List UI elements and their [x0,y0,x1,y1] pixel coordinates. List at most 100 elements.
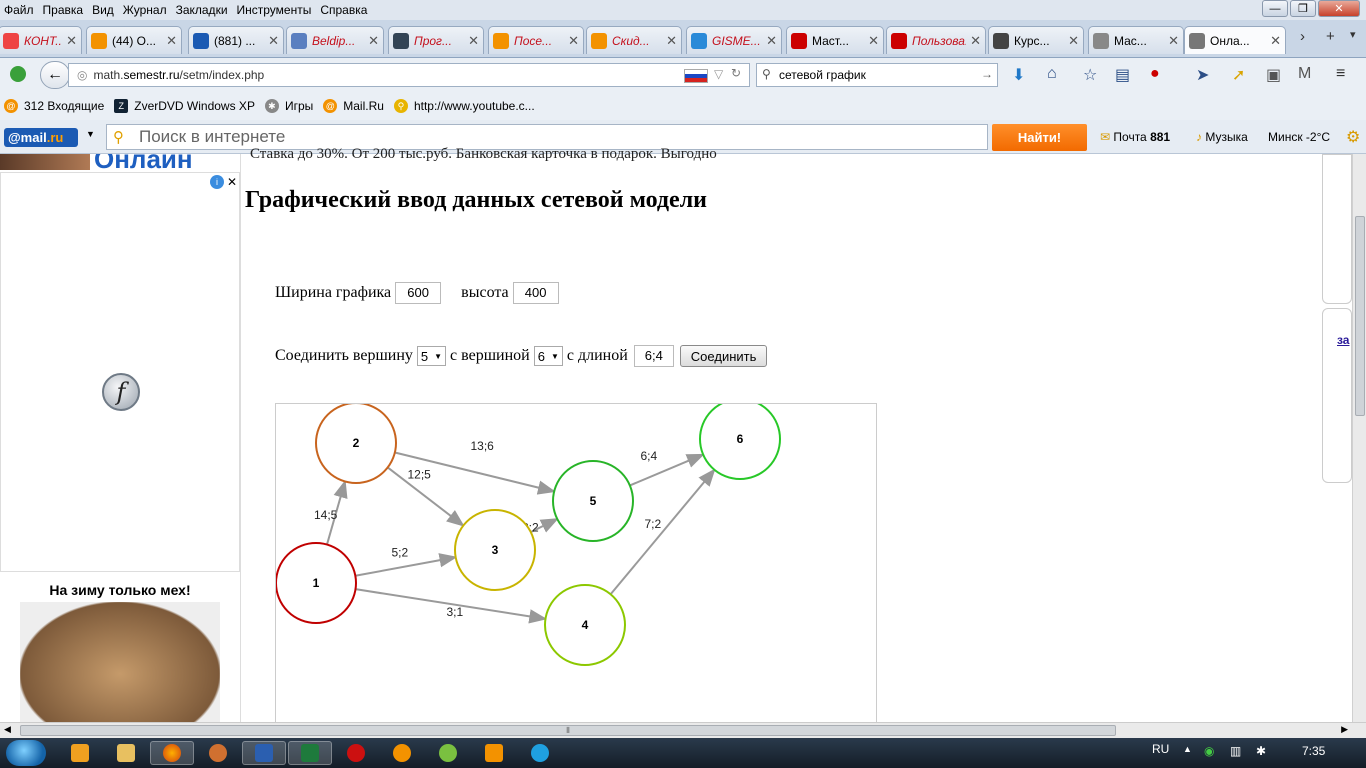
send-icon[interactable]: ➤ [1196,65,1209,85]
star-bookmark-icon[interactable]: ☆ [1083,65,1097,85]
tab-0[interactable]: КОНТ... ✕ [0,26,82,54]
back-button[interactable]: ← [40,61,70,89]
tray-network-icon[interactable]: ◉ [1204,744,1214,758]
connect-button[interactable]: Соединить [679,345,768,367]
clock[interactable]: 7:35 [1302,744,1325,758]
right-link-fragment[interactable]: за [1337,333,1349,347]
horizontal-scrollbar[interactable]: ◀ ⦀ ▶ [0,722,1366,738]
top-ad-banner[interactable]: Онлайн [0,154,240,170]
length-input[interactable]: 6;4 [633,345,674,367]
tab-3[interactable]: Beldip... ✕ [286,26,384,54]
new-tab-icon[interactable]: + [1326,28,1335,45]
ad-close-icon[interactable]: ✕ [227,175,237,189]
tab-10[interactable]: Курс... ✕ [988,26,1084,54]
screenshot-icon[interactable]: ▣ [1266,65,1281,85]
edge-1-3[interactable] [355,553,458,577]
tab-12[interactable]: Онла... ✕ [1184,26,1286,54]
taskbar-mail-agent[interactable] [380,741,424,765]
start-button[interactable] [6,740,46,766]
horizontal-scroll-thumb[interactable]: ⦀ [20,725,1116,736]
vertical-scroll-thumb[interactable] [1355,216,1365,416]
mailru-logo[interactable]: @mail .ru [4,128,78,147]
tab-8[interactable]: Маст... ✕ [786,26,884,54]
tab-2[interactable]: (881) ... ✕ [188,26,284,54]
tab-close-icon[interactable]: ✕ [970,33,981,49]
language-indicator[interactable]: RU [1152,742,1169,756]
adblock-icon[interactable]: ● [1150,65,1160,83]
menu-history[interactable]: Журнал [123,3,167,17]
taskbar-word[interactable] [242,741,286,765]
tray-expand-icon[interactable]: ▲ [1183,744,1192,754]
network-graph-canvas[interactable]: 14;5 5;2 3;1 12;5 13;6 3;2 6;4 7;2 123456 [275,403,877,723]
fur-ad-title[interactable]: На зиму только мех! [0,582,240,598]
taskbar-icq[interactable] [426,741,470,765]
scroll-right-icon[interactable]: ▶ [1341,724,1348,735]
tab-11[interactable]: Мас... ✕ [1088,26,1184,54]
bookmark-games[interactable]: ✱ Игры [264,99,313,113]
addon-icon[interactable] [10,66,26,82]
tab-close-icon[interactable]: ✕ [66,33,77,49]
tab-9[interactable]: Пользова... ✕ [886,26,986,54]
tray-devices-icon[interactable]: ▥ [1230,744,1241,758]
tab-close-icon[interactable]: ✕ [868,33,879,49]
browser-search-box[interactable]: ⚲ сетевой график → [756,63,998,87]
tab-close-icon[interactable]: ✕ [1270,33,1281,49]
mailru-menu-arrow-icon[interactable]: ▼ [86,129,95,139]
tab-1[interactable]: (44) О... ✕ [86,26,182,54]
tab-close-icon[interactable]: ✕ [368,33,379,49]
tabs-scroll-right-icon[interactable]: › [1300,28,1305,45]
taskbar-odnoklassniki[interactable] [472,741,516,765]
width-input[interactable]: 600 [395,282,442,304]
tab-close-icon[interactable]: ✕ [666,33,677,49]
tab-close-icon[interactable]: ✕ [468,33,479,49]
search-go-icon[interactable]: → [981,67,993,81]
to-vertex-select[interactable]: 6 ▼ [533,346,563,366]
menu-help[interactable]: Справка [320,3,367,17]
vertical-scrollbar[interactable] [1352,154,1366,722]
tab-6[interactable]: Скид... ✕ [586,26,682,54]
bookmark-zverdvd[interactable]: Z ZverDVD Windows XP [114,99,255,113]
flash-ad-box[interactable]: i ✕ f [0,172,240,572]
menu-edit[interactable]: Правка [43,3,84,17]
taskbar-skype[interactable] [518,741,562,765]
tray-bluetooth-icon[interactable]: ✱ [1256,744,1266,758]
reader-icon[interactable]: ▤ [1115,65,1130,85]
maximize-button[interactable]: ❐ [1290,0,1316,17]
gmail-icon[interactable]: M [1298,65,1311,83]
flash-plugin-icon[interactable]: f [102,373,140,411]
ad-text-line[interactable]: Ставка до 30%. От 200 тыс.руб. Банковска… [250,146,717,163]
right-widget-bottom[interactable]: за [1322,308,1352,483]
tab-close-icon[interactable]: ✕ [268,33,279,49]
taskbar-explorer[interactable] [104,741,148,765]
tab-close-icon[interactable]: ✕ [766,33,777,49]
tab-list-icon[interactable]: ▾ [1350,28,1356,41]
cursor-icon[interactable]: ➚ [1232,65,1245,85]
find-button[interactable]: Найти! [992,124,1087,151]
taskbar-firefox[interactable] [150,741,194,765]
settings-gear-icon[interactable]: ⚙ [1346,127,1360,147]
minimize-button[interactable]: — [1262,0,1288,17]
download-icon[interactable]: ⬇ [1012,65,1025,85]
home-icon[interactable]: ⌂ [1047,65,1057,83]
menu-file[interactable]: Файл [4,3,34,17]
weather-widget[interactable]: Минск -2°C [1268,130,1330,144]
tab-close-icon[interactable]: ✕ [166,33,177,49]
fur-coat-image[interactable] [20,602,220,722]
bookmark-inbox[interactable]: @312 Входящие [4,99,104,113]
address-bar[interactable]: ◎ math. semestr.ru/setm/index.php ▽ ↻ [68,63,750,87]
from-vertex-select[interactable]: 5 ▼ [416,346,447,366]
height-input[interactable]: 400 [512,282,559,304]
menu-view[interactable]: Вид [92,3,114,17]
tab-4[interactable]: Прог... ✕ [388,26,484,54]
menu-hamburger-icon[interactable]: ≡ [1336,65,1345,83]
network-graph[interactable]: 14;55;23;112;513;63;26;47;2 123456 [276,404,876,723]
dropdown-icon[interactable]: ▽ [714,67,723,81]
taskbar-excel[interactable] [288,741,332,765]
menu-bookmarks[interactable]: Закладки [176,3,228,17]
music-link[interactable]: ♪ Музыка [1196,130,1248,144]
tab-close-icon[interactable]: ✕ [1168,33,1179,49]
taskbar-media-player[interactable] [58,741,102,765]
right-widget-top[interactable] [1322,154,1352,304]
reload-icon[interactable]: ↻ [731,66,741,80]
mail-link[interactable]: ✉ Почта 881 [1100,130,1170,144]
